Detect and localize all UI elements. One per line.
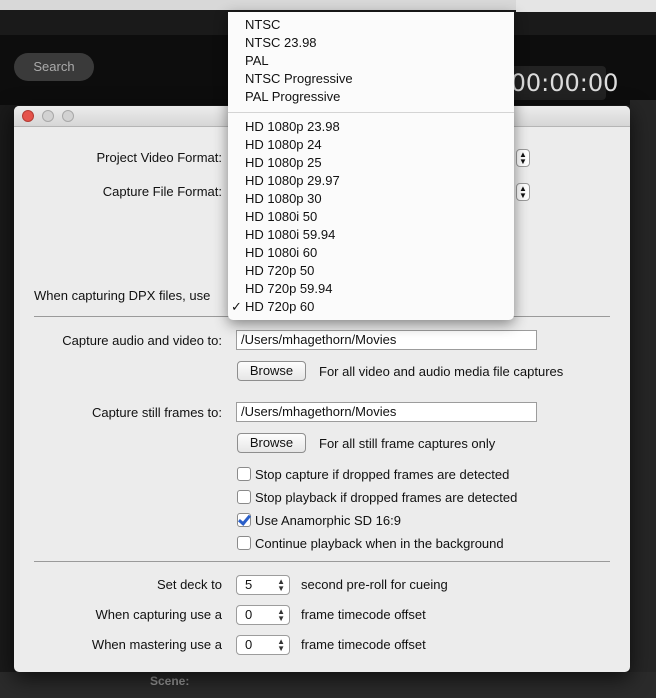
menu-item[interactable]: HD 720p 59.94 [245, 281, 332, 296]
video-format-menu: NTSC NTSC 23.98 PAL NTSC Progressive PAL… [228, 12, 514, 320]
stepper-arrows-icon[interactable]: ▲ ▼ [277, 578, 285, 593]
mastering-offset-hint: frame timecode offset [301, 637, 426, 652]
menu-item[interactable]: HD 1080p 29.97 [245, 173, 340, 188]
capturing-offset-label: When capturing use a [95, 607, 222, 622]
capture-file-format-popup-arrows[interactable]: ▲ ▼ [516, 183, 530, 201]
menu-item[interactable]: PAL Progressive [245, 89, 340, 104]
stop-playback-checkbox[interactable] [237, 490, 251, 504]
stepper-arrows-icon[interactable]: ▲ ▼ [277, 608, 285, 623]
menu-item[interactable]: HD 1080p 24 [245, 137, 322, 152]
capture-av-label: Capture audio and video to: [62, 333, 222, 348]
set-deck-label: Set deck to [156, 577, 222, 592]
menu-item-selected[interactable]: HD 720p 60 [245, 299, 314, 314]
menu-item[interactable]: PAL [245, 53, 269, 68]
capture-av-path-field[interactable]: /Users/mhagethorn/Movies [236, 330, 537, 350]
capture-still-browse-button[interactable]: Browse [237, 433, 306, 453]
preroll-value: 5 [245, 577, 253, 592]
mastering-offset-stepper[interactable]: 0 ▲ ▼ [236, 635, 290, 655]
stop-capture-label: Stop capture if dropped frames are detec… [255, 467, 510, 482]
menu-item[interactable]: NTSC Progressive [245, 71, 353, 86]
scene-label: Scene: [150, 674, 190, 688]
dpx-label: When capturing DPX files, use [34, 288, 211, 303]
stepper-arrows-icon[interactable]: ▲ ▼ [277, 638, 285, 653]
section-divider [34, 561, 610, 562]
capture-still-path-field[interactable]: /Users/mhagethorn/Movies [236, 402, 537, 422]
menu-item[interactable]: HD 720p 50 [245, 263, 314, 278]
capturing-offset-value: 0 [245, 607, 253, 622]
capture-file-format-label: Capture File Format: [102, 184, 222, 199]
search-button[interactable]: Search [14, 53, 94, 81]
capture-still-label: Capture still frames to: [91, 405, 222, 420]
mastering-offset-label: When mastering use a [91, 637, 222, 652]
mastering-offset-value: 0 [245, 637, 253, 652]
menu-item[interactable]: HD 1080i 60 [245, 245, 317, 260]
anamorphic-label: Use Anamorphic SD 16:9 [255, 513, 401, 528]
project-video-format-label: Project Video Format: [96, 150, 222, 165]
zoom-button[interactable] [62, 110, 74, 122]
continue-playback-checkbox[interactable] [237, 536, 251, 550]
menu-item[interactable]: HD 1080p 23.98 [245, 119, 340, 134]
preroll-stepper[interactable]: 5 ▲ ▼ [236, 575, 290, 595]
background-panel [630, 100, 656, 672]
capturing-offset-stepper[interactable]: 0 ▲ ▼ [236, 605, 290, 625]
stop-capture-checkbox[interactable] [237, 467, 251, 481]
continue-playback-label: Continue playback when in the background [255, 536, 504, 551]
anamorphic-checkbox[interactable] [237, 513, 251, 527]
capture-still-hint: For all still frame captures only [319, 436, 496, 451]
menu-item[interactable]: HD 1080p 25 [245, 155, 322, 170]
checkmark-icon: ✓ [231, 299, 242, 314]
close-button[interactable] [22, 110, 34, 122]
minimize-button[interactable] [42, 110, 54, 122]
project-video-format-popup-arrows[interactable]: ▲ ▼ [516, 149, 530, 167]
status-menu-area [516, 0, 656, 12]
menu-item[interactable]: NTSC 23.98 [245, 35, 317, 50]
capturing-offset-hint: frame timecode offset [301, 607, 426, 622]
menu-item[interactable]: HD 1080i 50 [245, 209, 317, 224]
menu-separator [228, 112, 514, 113]
capture-av-hint: For all video and audio media file captu… [319, 364, 564, 379]
preroll-hint: second pre-roll for cueing [301, 577, 448, 592]
background-bottom-bar [0, 672, 656, 698]
stop-playback-label: Stop playback if dropped frames are dete… [255, 490, 518, 505]
capture-av-browse-button[interactable]: Browse [237, 361, 306, 381]
menu-item[interactable]: NTSC [245, 17, 280, 32]
menu-item[interactable]: HD 1080p 30 [245, 191, 322, 206]
menu-item[interactable]: HD 1080i 59.94 [245, 227, 335, 242]
